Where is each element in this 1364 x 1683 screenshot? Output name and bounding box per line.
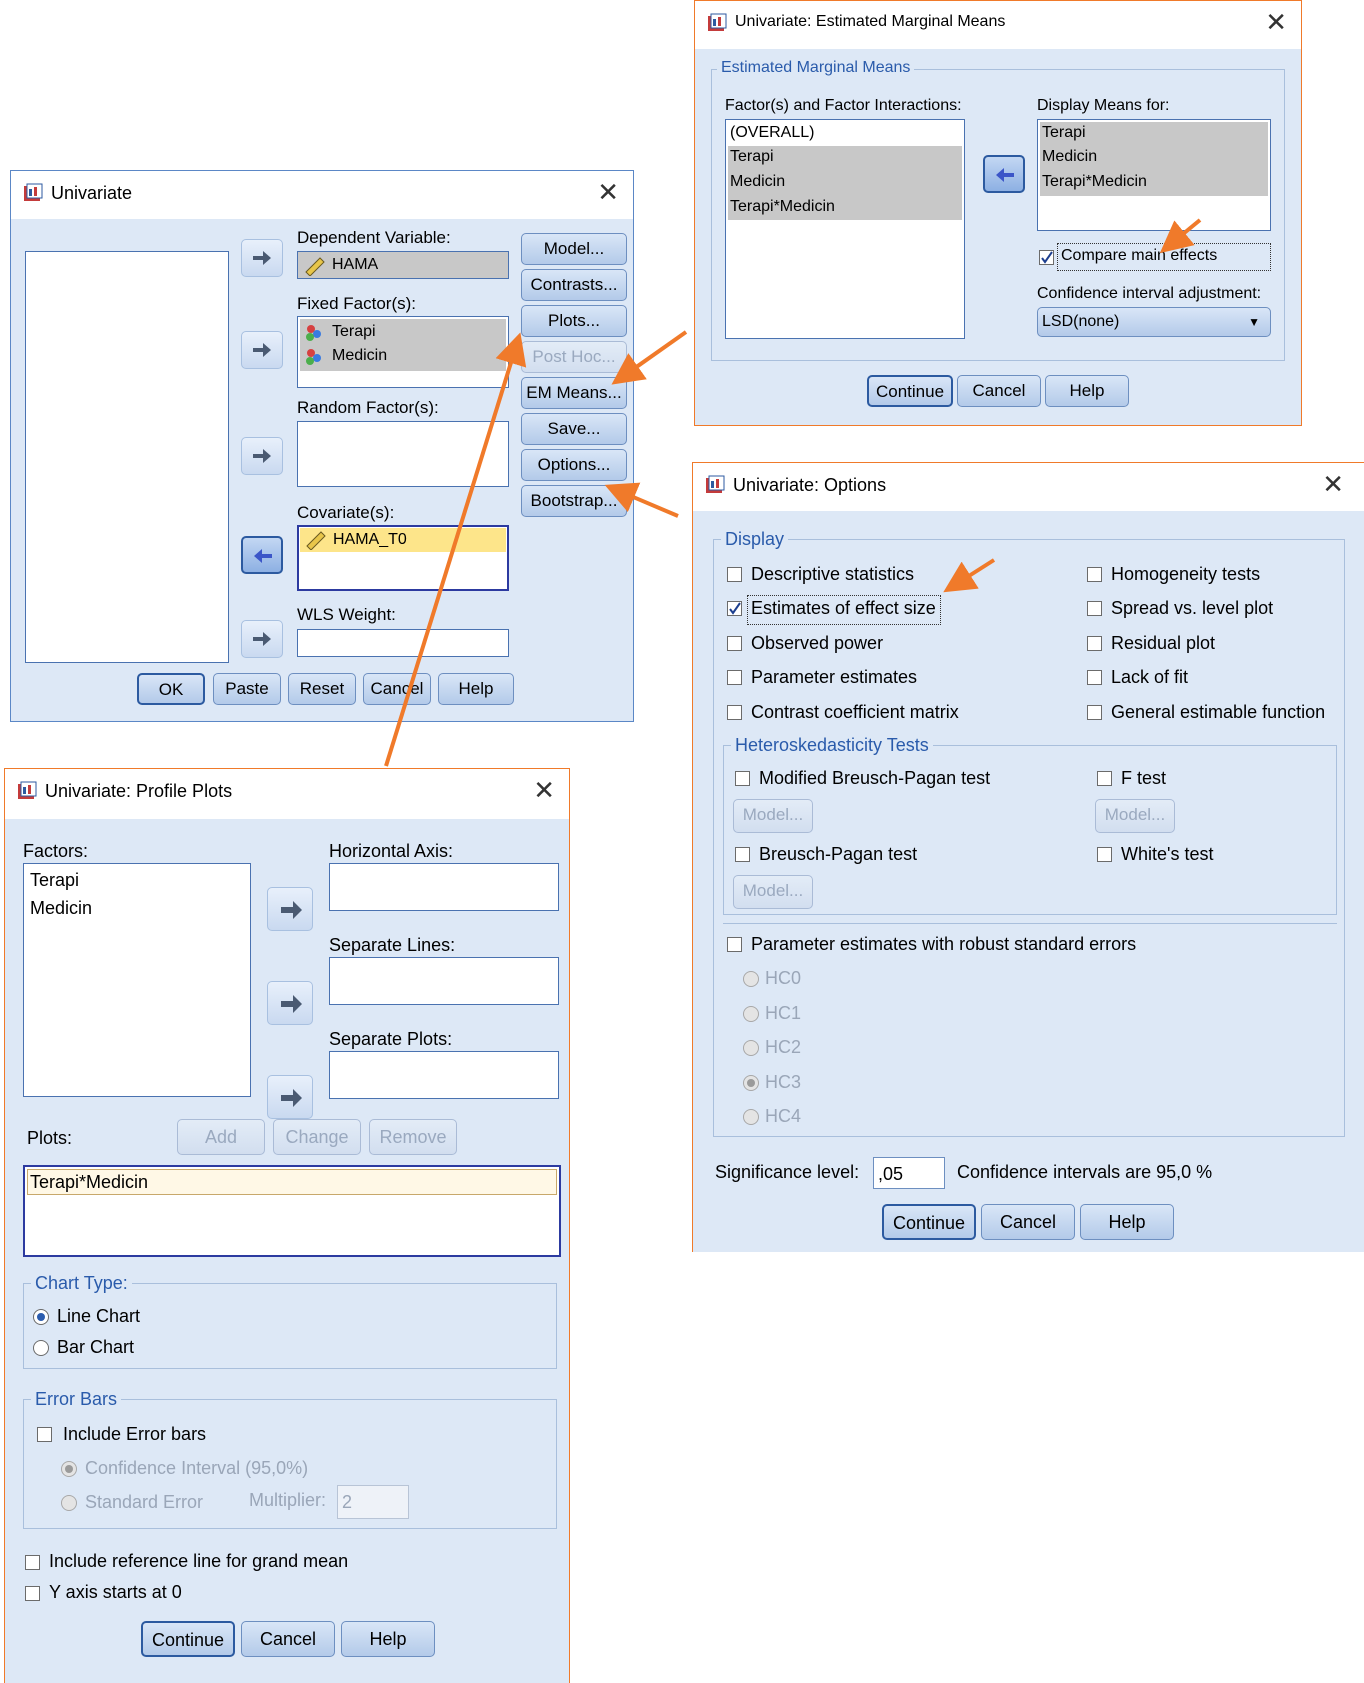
arrow-to-effect-size (943, 558, 996, 593)
arrow-to-compare-main-effects (1159, 218, 1202, 254)
annotation-arrows (384, 218, 1202, 767)
arrow-to-options (604, 482, 679, 518)
arrow-to-em-means (611, 330, 688, 385)
arrow-to-plots (384, 332, 527, 767)
